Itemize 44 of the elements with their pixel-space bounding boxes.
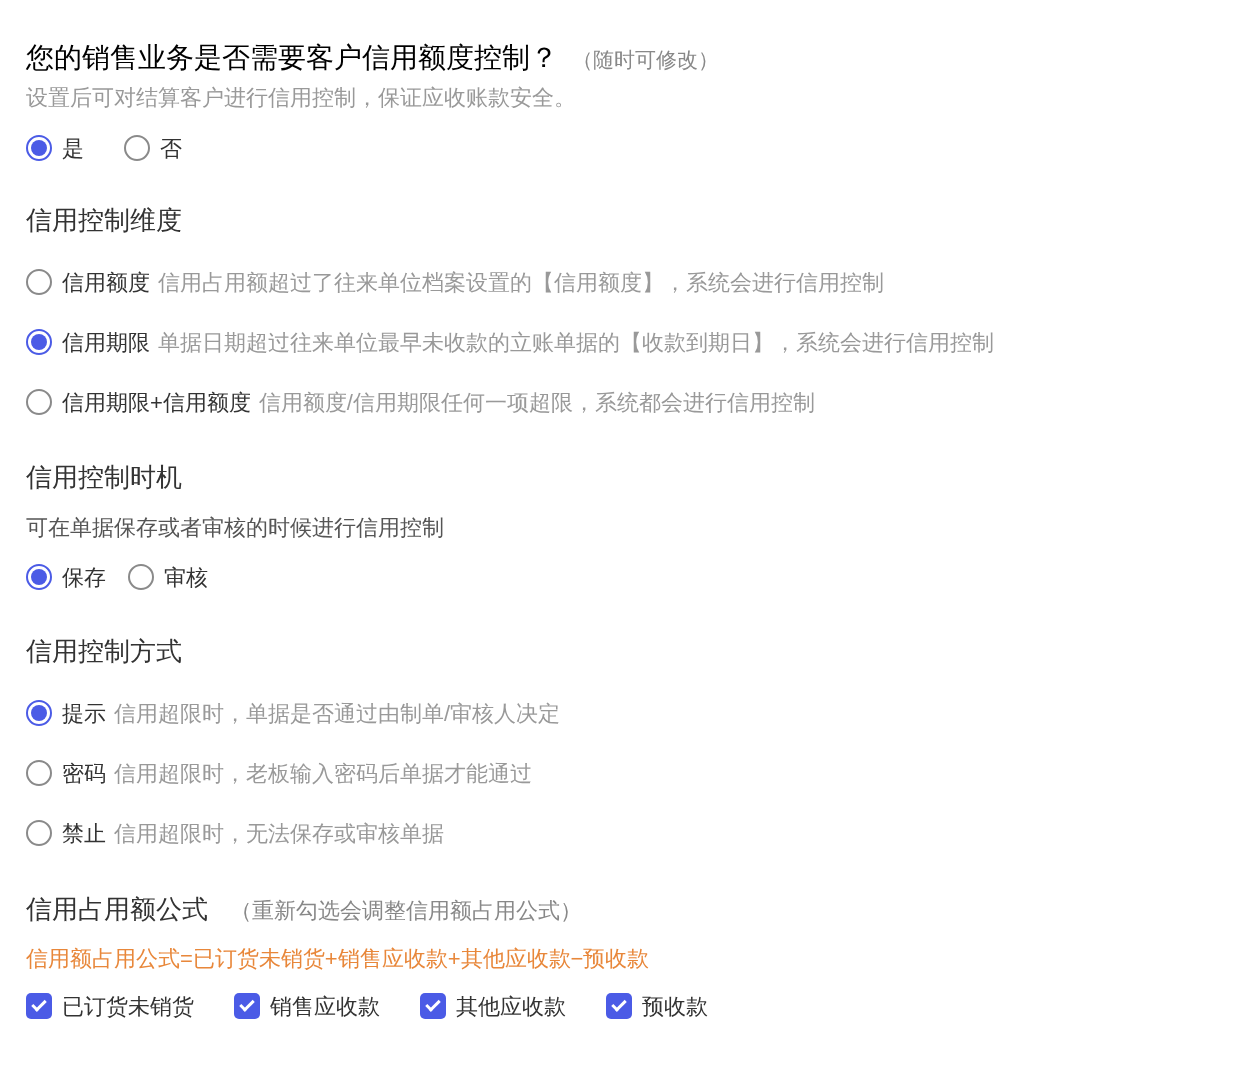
radio-button[interactable] [124, 135, 150, 161]
option-label: 提示 [62, 699, 106, 728]
option-description: 单据日期超过往来单位最早未收款的立账单据的【收款到期日】，系统会进行信用控制 [158, 328, 994, 357]
description-text: 设置后可对结算客户进行信用控制，保证应收账款安全。 [26, 84, 577, 112]
radio-button[interactable] [26, 760, 52, 786]
radio-button[interactable] [128, 564, 154, 590]
checkbox[interactable] [606, 993, 632, 1019]
radio-button[interactable] [26, 269, 52, 295]
checkbox[interactable] [26, 993, 52, 1019]
option-description: 信用超限时，无法保存或审核单据 [114, 819, 444, 848]
option-label: 否 [160, 134, 182, 163]
radio-button[interactable] [26, 389, 52, 415]
checkbox[interactable] [234, 993, 260, 1019]
section-title: 您的销售业务是否需要客户信用额度控制？ [26, 41, 558, 75]
option-label: 信用额度 [62, 268, 150, 297]
description-text: 可在单据保存或者审核的时候进行信用控制 [26, 514, 445, 542]
note-text: （重新勾选会调整信用额占用公式） [230, 897, 582, 925]
option-description: 信用超限时，单据是否通过由制单/审核人决定 [114, 699, 561, 728]
option-label: 信用期限+信用额度 [62, 388, 251, 417]
section-title: 信用控制方式 [26, 635, 182, 668]
note-text: （随时可修改） [572, 47, 719, 73]
radio-button[interactable] [26, 564, 52, 590]
section-title: 信用控制时机 [26, 461, 182, 494]
option-label: 是 [62, 134, 84, 163]
radio-button[interactable] [26, 700, 52, 726]
section-title: 信用控制维度 [26, 204, 182, 237]
option-label: 信用期限 [62, 328, 150, 357]
option-description: 信用超限时，老板输入密码后单据才能通过 [114, 759, 532, 788]
option-label: 其他应收款 [456, 992, 566, 1021]
formula-text: 信用额占用公式=已订货未销货+销售应收款+其他应收款−预收款 [26, 945, 651, 973]
option-label: 已订货未销货 [62, 992, 194, 1021]
option-label: 密码 [62, 759, 106, 788]
radio-button[interactable] [26, 820, 52, 846]
radio-button[interactable] [26, 135, 52, 161]
option-label: 保存 [62, 563, 106, 592]
option-label: 预收款 [642, 992, 708, 1021]
option-description: 信用额度/信用期限任何一项超限，系统都会进行信用控制 [258, 388, 815, 417]
radio-button[interactable] [26, 329, 52, 355]
checkbox[interactable] [420, 993, 446, 1019]
option-label: 审核 [164, 563, 208, 592]
option-label: 销售应收款 [270, 992, 380, 1021]
option-label: 禁止 [62, 819, 106, 848]
section-title: 信用占用额公式 [26, 893, 208, 926]
option-description: 信用占用额超过了往来单位档案设置的【信用额度】，系统会进行信用控制 [158, 268, 884, 297]
